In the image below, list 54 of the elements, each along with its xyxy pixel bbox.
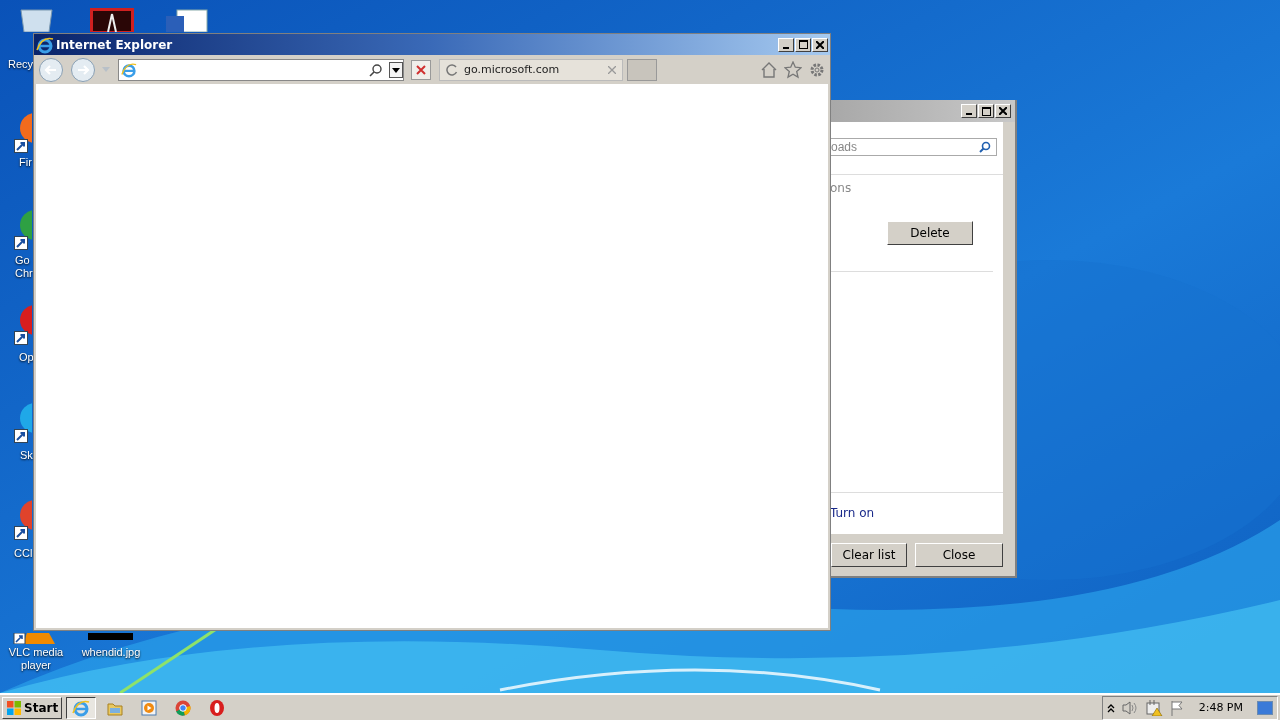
star-icon[interactable]	[784, 60, 802, 79]
options-text: ons	[830, 181, 853, 195]
close-icon	[816, 40, 824, 49]
search-icon[interactable]	[369, 62, 383, 77]
icon-label: player	[20, 659, 52, 672]
network-warning-icon[interactable]	[1144, 699, 1163, 716]
turn-on-link[interactable]: Turn on	[830, 506, 1003, 520]
dropdown-button[interactable]	[389, 61, 403, 78]
loading-icon	[446, 63, 458, 76]
browser-logo-icon	[72, 698, 91, 717]
icon-label: Go	[15, 254, 31, 267]
icon-label: Fir	[19, 156, 33, 169]
clock[interactable]: 2:48 PM	[1198, 701, 1243, 714]
taskbar-app-button[interactable]	[66, 696, 97, 719]
window-title: Internet Explorer	[56, 37, 173, 52]
minimize-button[interactable]	[778, 37, 794, 52]
document-icon[interactable]	[165, 8, 210, 32]
maximize-icon	[981, 106, 991, 116]
maximize-button[interactable]	[978, 104, 994, 118]
dialog-button[interactable]: Close	[915, 543, 1003, 567]
icon-label: Chr	[15, 267, 33, 280]
app-shortcut-icon[interactable]	[13, 633, 57, 644]
close-icon	[999, 107, 1007, 115]
show-hidden-icons-icon[interactable]	[1106, 702, 1115, 713]
close-button[interactable]	[995, 104, 1011, 118]
minimize-icon	[783, 46, 789, 49]
icon-label: VLC media	[7, 646, 65, 659]
minimize-icon	[966, 113, 972, 115]
minimize-button[interactable]	[961, 104, 977, 118]
home-icon[interactable]	[760, 60, 778, 79]
icon-label: Recy	[8, 58, 32, 71]
o-logo-icon	[208, 698, 227, 717]
dialog-button[interactable]: Clear list	[831, 543, 907, 567]
delete-button[interactable]: Delete	[887, 221, 973, 245]
browser-icon	[174, 698, 193, 717]
icon-label: Op	[19, 351, 33, 364]
document-icon[interactable]	[90, 8, 134, 32]
icon-label: Sk	[20, 449, 33, 462]
search-field[interactable]: oads	[830, 138, 997, 156]
recycle-bin-icon[interactable]	[18, 8, 55, 32]
show-desktop-button[interactable]	[1257, 700, 1273, 715]
browser-logo-icon	[36, 35, 54, 54]
flag-icon[interactable]	[1168, 699, 1185, 716]
close-button[interactable]	[812, 37, 828, 52]
windows-logo-icon	[6, 699, 22, 716]
maximize-icon	[798, 40, 808, 49]
page-icon	[121, 61, 137, 78]
icon-label: CCl	[14, 547, 33, 560]
play-icon	[140, 698, 159, 717]
browser-tab[interactable]: go.microsoft.com	[439, 58, 623, 81]
icon-label: whendid.jpg	[80, 646, 142, 659]
maximize-button[interactable]	[795, 37, 811, 52]
stop-button[interactable]	[411, 59, 431, 80]
start-button[interactable]: Start	[2, 696, 63, 719]
